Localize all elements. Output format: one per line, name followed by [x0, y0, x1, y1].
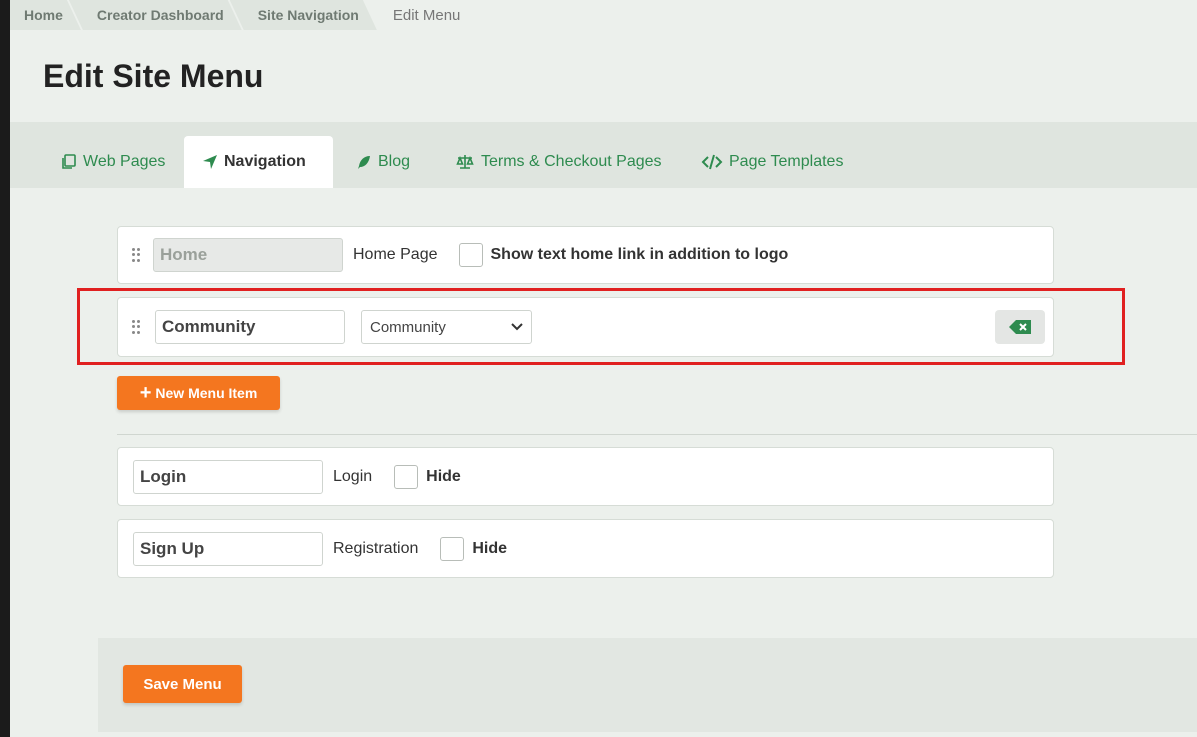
- show-home-link-label: Show text home link in addition to logo: [490, 246, 789, 263]
- location-arrow-icon: [203, 155, 217, 169]
- page: Home Creator Dashboard Site Navigation E…: [10, 0, 1197, 737]
- breadcrumb-edit-menu: Edit Menu: [392, 6, 461, 24]
- menu-row-home: Home Home Page Show text home link in ad…: [117, 226, 1054, 284]
- tab-navigation[interactable]: Navigation: [184, 136, 333, 188]
- tab-blog-label: Blog: [378, 153, 411, 170]
- tab-page-templates-label: Page Templates: [729, 153, 844, 170]
- plus-icon: +: [139, 382, 152, 404]
- copy-icon: [62, 154, 76, 169]
- tab-terms-checkout[interactable]: Terms & Checkout Pages: [437, 136, 680, 188]
- menu-row-signup: Sign Up Registration Hide: [117, 519, 1054, 578]
- breadcrumb-creator-dashboard[interactable]: Creator Dashboard: [69, 0, 242, 30]
- page-title: Edit Site Menu: [43, 58, 264, 94]
- breadcrumb: Home Creator Dashboard Site Navigation E…: [10, 0, 478, 30]
- hide-login-checkbox[interactable]: [394, 464, 419, 489]
- menu-row-login: Login Login Hide: [117, 447, 1054, 506]
- balance-scale-icon: [456, 155, 474, 169]
- highlight-box: [77, 288, 1125, 365]
- login-label-input[interactable]: Login: [133, 459, 323, 494]
- signup-page-label: Registration: [333, 539, 419, 557]
- feather-icon: [358, 156, 370, 169]
- new-menu-item-button[interactable]: + New Menu Item: [117, 376, 280, 410]
- home-page-label: Home Page: [353, 246, 438, 263]
- divider: [117, 434, 1197, 435]
- hide-signup-checkbox[interactable]: [440, 536, 465, 561]
- breadcrumb-home[interactable]: Home: [10, 0, 81, 30]
- breadcrumb-site-navigation[interactable]: Site Navigation: [230, 0, 377, 30]
- login-page-label: Login: [333, 467, 373, 485]
- tab-blog[interactable]: Blog: [338, 136, 428, 188]
- tab-terms-checkout-label: Terms & Checkout Pages: [481, 153, 662, 170]
- tab-web-pages-label: Web Pages: [83, 153, 166, 170]
- form-footer: Save Menu: [98, 638, 1197, 732]
- tab-web-pages[interactable]: Web Pages: [43, 136, 183, 188]
- code-icon: [701, 154, 723, 170]
- signup-label-input[interactable]: Sign Up: [133, 531, 323, 566]
- show-home-link-checkbox[interactable]: [458, 243, 483, 267]
- save-menu-button[interactable]: Save Menu: [123, 665, 242, 703]
- drag-handle-icon[interactable]: [132, 248, 140, 262]
- new-menu-item-label: New Menu Item: [155, 385, 258, 401]
- hide-login-label: Hide: [426, 467, 461, 485]
- tab-navigation-label: Navigation: [224, 153, 306, 170]
- tab-bar: Web Pages Navigation Blog Terms & Checko…: [10, 122, 1197, 188]
- hide-signup-label: Hide: [472, 539, 508, 557]
- home-label-input: Home: [153, 238, 343, 272]
- tab-page-templates[interactable]: Page Templates: [683, 136, 861, 188]
